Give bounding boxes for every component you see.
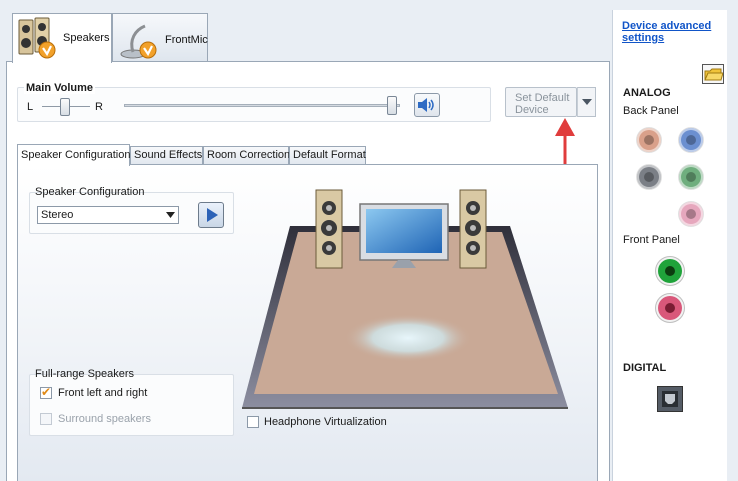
tab-room-correction[interactable]: Room Correction xyxy=(203,146,290,164)
balance-slider-thumb[interactable] xyxy=(60,98,70,116)
microphone-icon xyxy=(120,24,157,59)
surround-speakers-checkbox[interactable] xyxy=(40,413,52,425)
speaker-config-group-title: Speaker Configuration xyxy=(35,186,145,198)
tab-speaker-configuration[interactable]: Speaker Configuration xyxy=(17,144,130,166)
set-default-line2: Device xyxy=(515,104,549,116)
select-arrow-icon xyxy=(166,212,175,218)
front-jack-pink[interactable] xyxy=(658,296,682,320)
set-default-dropdown-button[interactable] xyxy=(577,87,596,117)
digital-optical-port[interactable] xyxy=(657,386,683,412)
device-advanced-settings-link[interactable]: Device advanced settings xyxy=(622,20,711,44)
speakers-icon xyxy=(18,17,56,59)
headphone-virtualization-checkbox[interactable] xyxy=(247,416,259,428)
mute-button[interactable] xyxy=(414,93,440,117)
folder-icon xyxy=(704,68,724,81)
set-default-device-button[interactable]: Set Default Device xyxy=(505,87,577,117)
triangle-down-icon xyxy=(582,99,592,105)
tab-speakers[interactable]: Speakers xyxy=(12,13,112,63)
front-jack-green[interactable] xyxy=(658,259,682,283)
speaker-volume-icon xyxy=(418,98,434,112)
balance-right-label: R xyxy=(95,101,103,113)
surround-speakers-label: Surround speakers xyxy=(58,413,151,425)
left-speaker-graphic xyxy=(315,189,343,269)
front-left-right-checkbox[interactable] xyxy=(40,385,52,399)
back-jack-blue[interactable] xyxy=(679,128,703,152)
front-panel-title: Front Panel xyxy=(623,234,680,246)
back-jack-peach[interactable] xyxy=(637,128,661,152)
volume-track[interactable] xyxy=(124,104,400,107)
right-speaker-graphic xyxy=(459,189,487,269)
back-panel-title: Back Panel xyxy=(623,105,679,117)
link-line2: settings xyxy=(622,32,665,44)
back-jack-pink[interactable] xyxy=(679,202,703,226)
speaker-room-illustration xyxy=(242,189,568,409)
link-line1: Device advanced xyxy=(622,20,712,32)
tab-sound-effects[interactable]: Sound Effects xyxy=(130,146,203,164)
volume-slider-thumb[interactable] xyxy=(387,96,397,115)
folder-button[interactable] xyxy=(702,64,724,84)
back-jack-green[interactable] xyxy=(679,165,703,189)
tab-frontmic[interactable]: FrontMic xyxy=(112,13,208,61)
play-icon xyxy=(207,208,218,222)
analog-title: ANALOG xyxy=(623,87,671,99)
full-range-group-title: Full-range Speakers xyxy=(35,368,135,380)
headphone-virtualization-label: Headphone Virtualization xyxy=(264,416,387,428)
optical-port-icon xyxy=(662,391,678,407)
speaker-config-select[interactable]: Stereo xyxy=(37,206,179,224)
play-test-button[interactable] xyxy=(198,202,224,228)
main-volume-title: Main Volume xyxy=(24,82,96,94)
speaker-config-selected: Stereo xyxy=(41,209,74,221)
full-range-group xyxy=(29,374,234,436)
back-jack-grey[interactable] xyxy=(637,165,661,189)
digital-title: DIGITAL xyxy=(623,362,667,374)
tab-speakers-label: Speakers xyxy=(63,32,110,44)
front-left-right-label: Front left and right xyxy=(58,387,148,399)
balance-left-label: L xyxy=(27,101,34,113)
tab-frontmic-label: FrontMic xyxy=(165,34,208,46)
set-default-line1: Set Default xyxy=(515,92,570,104)
tab-default-format[interactable]: Default Format xyxy=(289,146,366,164)
